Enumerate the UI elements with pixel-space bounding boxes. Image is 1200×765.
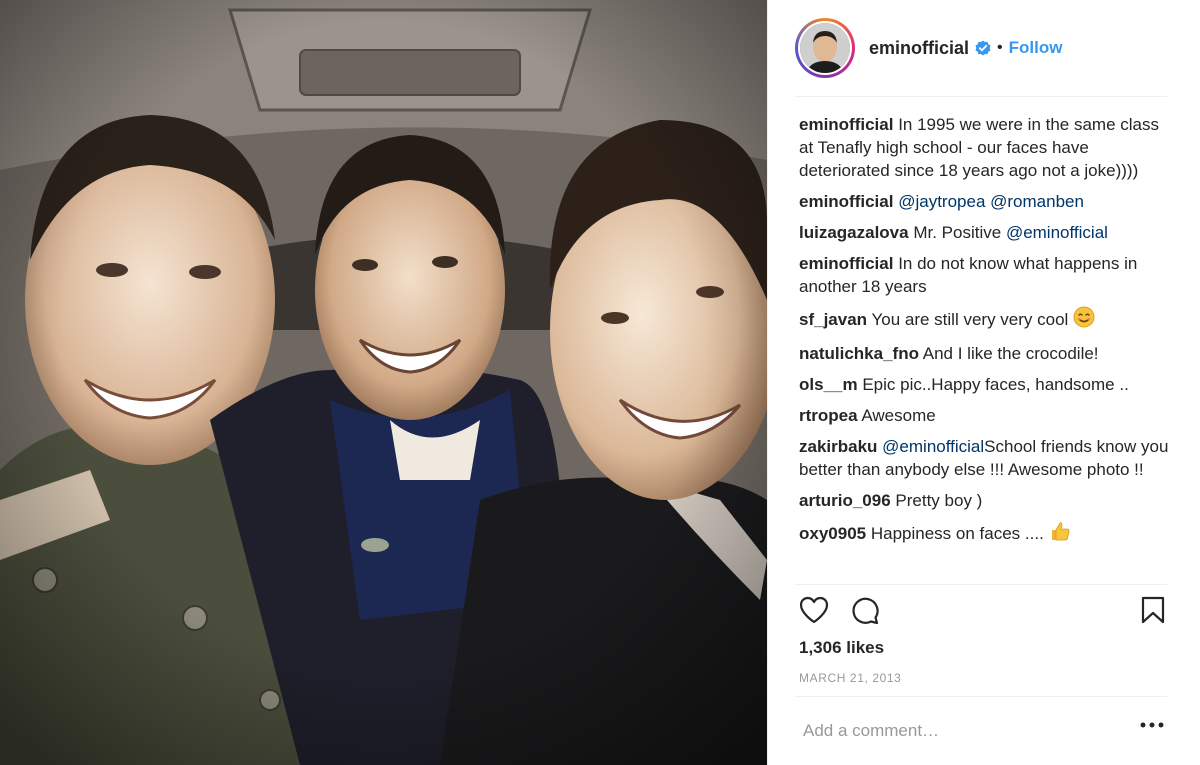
comment-item: natulichka_fno And I like the crocodile! [799, 342, 1169, 365]
comment-username[interactable]: luizagazalova [799, 223, 909, 242]
follow-button[interactable]: Follow [1009, 38, 1063, 58]
like-heart-icon[interactable] [799, 596, 829, 624]
photo-illustration [0, 0, 767, 765]
avatar[interactable] [800, 23, 850, 73]
comment-username[interactable]: sf_javan [799, 310, 867, 329]
comment-text: And I like the crocodile! [922, 344, 1099, 363]
comments-list: eminofficial In 1995 we were in the same… [799, 113, 1169, 583]
comment-item: oxy0905 Happiness on faces .... [799, 520, 1169, 548]
action-bar [799, 596, 1174, 626]
comment-item: zakirbaku @eminofficialSchool friends kn… [799, 435, 1169, 481]
add-comment-input[interactable] [803, 716, 1133, 746]
comment-username[interactable]: rtropea [799, 406, 858, 425]
comment-text: Pretty boy ) [895, 491, 983, 510]
comment-username[interactable]: zakirbaku [799, 437, 877, 456]
header-username[interactable]: eminofficial [869, 38, 969, 59]
actions-divider [795, 584, 1167, 585]
comment-box-divider [795, 696, 1167, 697]
post-photo[interactable] [0, 0, 767, 765]
post-side-panel: eminofficial • Follow eminofficial In 19… [767, 0, 1200, 765]
likes-count[interactable]: 1,306 likes [799, 638, 884, 658]
verified-badge-icon [975, 40, 991, 56]
comment-item: eminofficial In 1995 we were in the same… [799, 113, 1169, 182]
comment-username[interactable]: eminofficial [799, 115, 893, 134]
comment-item: sf_javan You are still very very cool [799, 306, 1169, 334]
comment-username[interactable]: natulichka_fno [799, 344, 919, 363]
avatar-frame [798, 21, 852, 75]
smile-emoji-icon [1073, 306, 1095, 334]
comment-text: You are still very very cool [871, 310, 1074, 329]
thumbs-up-emoji-icon [1049, 520, 1071, 548]
comment-mention-link[interactable]: @jaytropea [898, 192, 985, 211]
comment-mention-link[interactable]: @eminofficial [1006, 223, 1108, 242]
bookmark-save-icon[interactable] [1141, 596, 1165, 624]
comment-text: Mr. Positive [913, 223, 1006, 242]
avatar-story-ring[interactable] [795, 18, 855, 78]
comment-mention-link[interactable]: @romanben [990, 192, 1084, 211]
comment-text: Awesome [861, 406, 936, 425]
comment-username[interactable]: oxy0905 [799, 524, 866, 543]
comment-text: Happiness on faces .... [870, 524, 1049, 543]
avatar-image [800, 23, 850, 73]
post-header: eminofficial • Follow [768, 0, 1200, 96]
comment-item: arturio_096 Pretty boy ) [799, 489, 1169, 512]
comment-item: eminofficial In do not know what happens… [799, 252, 1169, 298]
comment-username[interactable]: arturio_096 [799, 491, 891, 510]
header-separator: • [997, 39, 1003, 56]
post-date: MARCH 21, 2013 [799, 671, 902, 685]
more-options-icon[interactable] [1140, 722, 1164, 728]
header-divider [795, 96, 1167, 97]
comment-item: ols__m Epic pic..Happy faces, handsome .… [799, 373, 1169, 396]
comment-item: eminofficial @jaytropea @romanben [799, 190, 1169, 213]
comment-username[interactable]: ols__m [799, 375, 858, 394]
comment-text: Epic pic..Happy faces, handsome .. [862, 375, 1129, 394]
comment-item: luizagazalova Mr. Positive @eminofficial [799, 221, 1169, 244]
comment-item: rtropea Awesome [799, 404, 1169, 427]
comment-username[interactable]: eminofficial [799, 254, 893, 273]
comment-mention-link[interactable]: @eminofficial [882, 437, 984, 456]
comment-username[interactable]: eminofficial [799, 192, 893, 211]
comment-bubble-icon[interactable] [850, 596, 880, 626]
